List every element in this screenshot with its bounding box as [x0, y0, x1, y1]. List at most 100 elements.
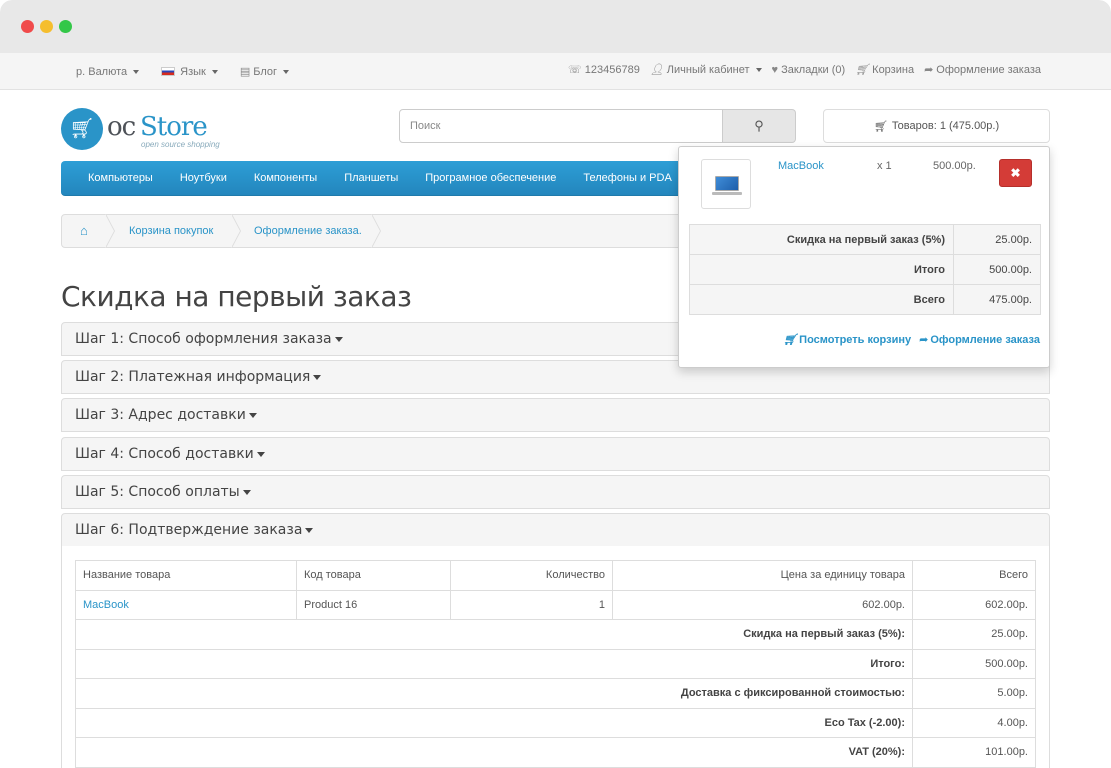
view-cart-label: Посмотреть корзину [799, 334, 912, 346]
breadcrumb-cart[interactable]: Корзина покупок [129, 225, 213, 237]
totals-row: Скидка на первый заказ (5%) 25.00р. [689, 224, 1041, 255]
browser-window: р. Валюта Язык ▤ Блог ☏ 123456789 👤︎ Личный… [0, 0, 1111, 768]
totals-label: Eco Tax (-2.00): [75, 707, 913, 738]
blog-label: Блог [253, 65, 278, 78]
phone-link[interactable]: ☏ 123456789 [568, 63, 640, 77]
account-dropdown[interactable]: 👤︎ Личный кабинет [650, 63, 762, 76]
page-title: Скидка на первый заказ [61, 280, 412, 313]
caret-down-icon [242, 489, 251, 495]
cart-button[interactable]: 🛒︎ Товаров: 1 (475.00р.) [823, 109, 1050, 143]
table-row: MacBook Product 16 1 602.00р. 602.00р. [75, 589, 1036, 620]
close-window-button[interactable] [21, 20, 34, 33]
product-name-cell: MacBook [75, 589, 297, 620]
wishlist-label: Закладки (0) [781, 63, 846, 76]
phone-number: 123456789 [584, 63, 640, 76]
totals-row: Итого: 500.00р. [75, 648, 1036, 679]
currency-dropdown[interactable]: р. Валюта [76, 65, 140, 78]
step-6-header[interactable]: Шаг 6: Подтверждение заказа [61, 513, 1050, 547]
totals-row: Доставка с фиксированной стоимостью: 5.0… [75, 678, 1036, 709]
logo-text-oc: oc [107, 112, 136, 142]
minimize-window-button[interactable] [40, 20, 53, 33]
totals-row: Eco Tax (-2.00): 4.00р. [75, 707, 1036, 738]
menu-item-software[interactable]: Програмное обеспечение [425, 172, 556, 184]
step-5-label: Шаг 5: Способ оплаты [75, 484, 240, 500]
cart-label: Корзина [872, 63, 915, 76]
cart-dropdown: MacBook x 1 500.00р. ✖ Скидка на первый … [678, 146, 1050, 368]
product-thumbnail[interactable] [701, 159, 751, 209]
menu-item-phones[interactable]: Телефоны и PDA [583, 172, 671, 184]
menu-item-components[interactable]: Компоненты [254, 172, 317, 184]
search-bar: ⚲ [399, 109, 796, 143]
column-header: Цена за единицу товара [612, 560, 913, 591]
order-table: Название товара Код товара Количество Це… [75, 560, 1036, 768]
remove-item-button[interactable]: ✖ [999, 159, 1032, 187]
totals-value: 500.00р. [953, 254, 1041, 285]
step-6-label: Шаг 6: Подтверждение заказа [75, 522, 303, 538]
window-titlebar [0, 0, 1111, 53]
step-5-header[interactable]: Шаг 5: Способ оплаты [61, 475, 1050, 509]
cart-link[interactable]: 🛒︎ Корзина [855, 63, 915, 77]
search-input[interactable] [399, 109, 723, 143]
step-1-label: Шаг 1: Способ оформления заказа [75, 331, 332, 347]
dropdown-checkout-link[interactable]: ➦ Оформление заказа [919, 333, 1040, 346]
totals-value: 475.00р. [953, 284, 1041, 315]
language-dropdown[interactable]: Язык [161, 65, 218, 78]
order-table-header: Название товара Код товара Количество Це… [75, 560, 1036, 591]
user-icon: 👤︎ [649, 64, 664, 76]
totals-value: 101.00р. [912, 737, 1036, 768]
maximize-window-button[interactable] [59, 20, 72, 33]
share-arrow-icon: ➦ [919, 334, 929, 346]
column-header: Код товара [296, 560, 451, 591]
account-label: Личный кабинет [666, 63, 750, 76]
step-3-header[interactable]: Шаг 3: Адрес доставки [61, 398, 1050, 432]
cart-logo-icon: 🛒︎ [61, 108, 103, 150]
shopping-cart-icon: 🛒︎ [783, 334, 798, 346]
dropdown-product-link[interactable]: MacBook [778, 160, 824, 172]
blog-dropdown[interactable]: ▤ Блог [240, 65, 290, 78]
totals-row: Итого 500.00р. [689, 254, 1041, 285]
breadcrumb-separator [371, 214, 388, 248]
store-logo[interactable]: 🛒︎ oc Store open source shopping [61, 108, 231, 154]
russian-flag-icon [161, 67, 176, 76]
totals-value: 25.00р. [953, 224, 1041, 255]
chevron-down-icon [133, 69, 140, 74]
dropdown-product-qty: x 1 [877, 160, 892, 172]
quantity-cell: 1 [450, 589, 613, 620]
wishlist-link[interactable]: ♥ Закладки (0) [772, 64, 846, 76]
totals-row: Всего 475.00р. [689, 284, 1041, 315]
home-icon[interactable]: ⌂ [80, 223, 88, 238]
breadcrumb-checkout[interactable]: Оформление заказа. [254, 225, 362, 237]
view-cart-link[interactable]: 🛒︎ Посмотреть корзину [783, 333, 911, 346]
product-link[interactable]: MacBook [83, 599, 129, 611]
top-bar: р. Валюта Язык ▤ Блог ☏ 123456789 👤︎ Личный… [0, 53, 1111, 90]
column-header: Всего [912, 560, 1036, 591]
caret-down-icon [256, 451, 265, 457]
chevron-down-icon [211, 69, 218, 74]
cart-button-label: Товаров: 1 (475.00р.) [891, 120, 1000, 132]
logo-tagline: open source shopping [141, 140, 220, 149]
breadcrumb-separator [105, 214, 122, 248]
step-4-label: Шаг 4: Способ доставки [75, 446, 254, 462]
product-code-cell: Product 16 [296, 589, 451, 620]
row-total-cell: 602.00р. [912, 589, 1036, 620]
step-4-header[interactable]: Шаг 4: Способ доставки [61, 437, 1050, 471]
dropdown-checkout-label: Оформление заказа [930, 334, 1040, 346]
share-arrow-icon: ➦ [924, 64, 934, 76]
totals-row: Скидка на первый заказ (5%): 25.00р. [75, 619, 1036, 650]
menu-item-laptops[interactable]: Ноутбуки [180, 172, 227, 184]
column-header: Количество [450, 560, 613, 591]
totals-value: 500.00р. [912, 648, 1036, 679]
menu-item-tablets[interactable]: Планшеты [344, 172, 398, 184]
caret-down-icon [248, 412, 257, 418]
search-icon: ⚲ [754, 118, 764, 133]
search-button[interactable]: ⚲ [723, 109, 796, 143]
caret-down-icon [313, 374, 322, 380]
totals-label: VAT (20%): [75, 737, 913, 768]
menu-item-computers[interactable]: Компьютеры [88, 172, 153, 184]
totals-label: Скидка на первый заказ (5%): [75, 619, 913, 650]
currency-label: р. Валюта [76, 65, 128, 78]
laptop-base [712, 192, 742, 195]
shopping-cart-icon: 🛒︎ [873, 120, 888, 133]
checkout-link[interactable]: ➦ Оформление заказа [924, 63, 1041, 77]
checkout-label: Оформление заказа [936, 63, 1041, 76]
